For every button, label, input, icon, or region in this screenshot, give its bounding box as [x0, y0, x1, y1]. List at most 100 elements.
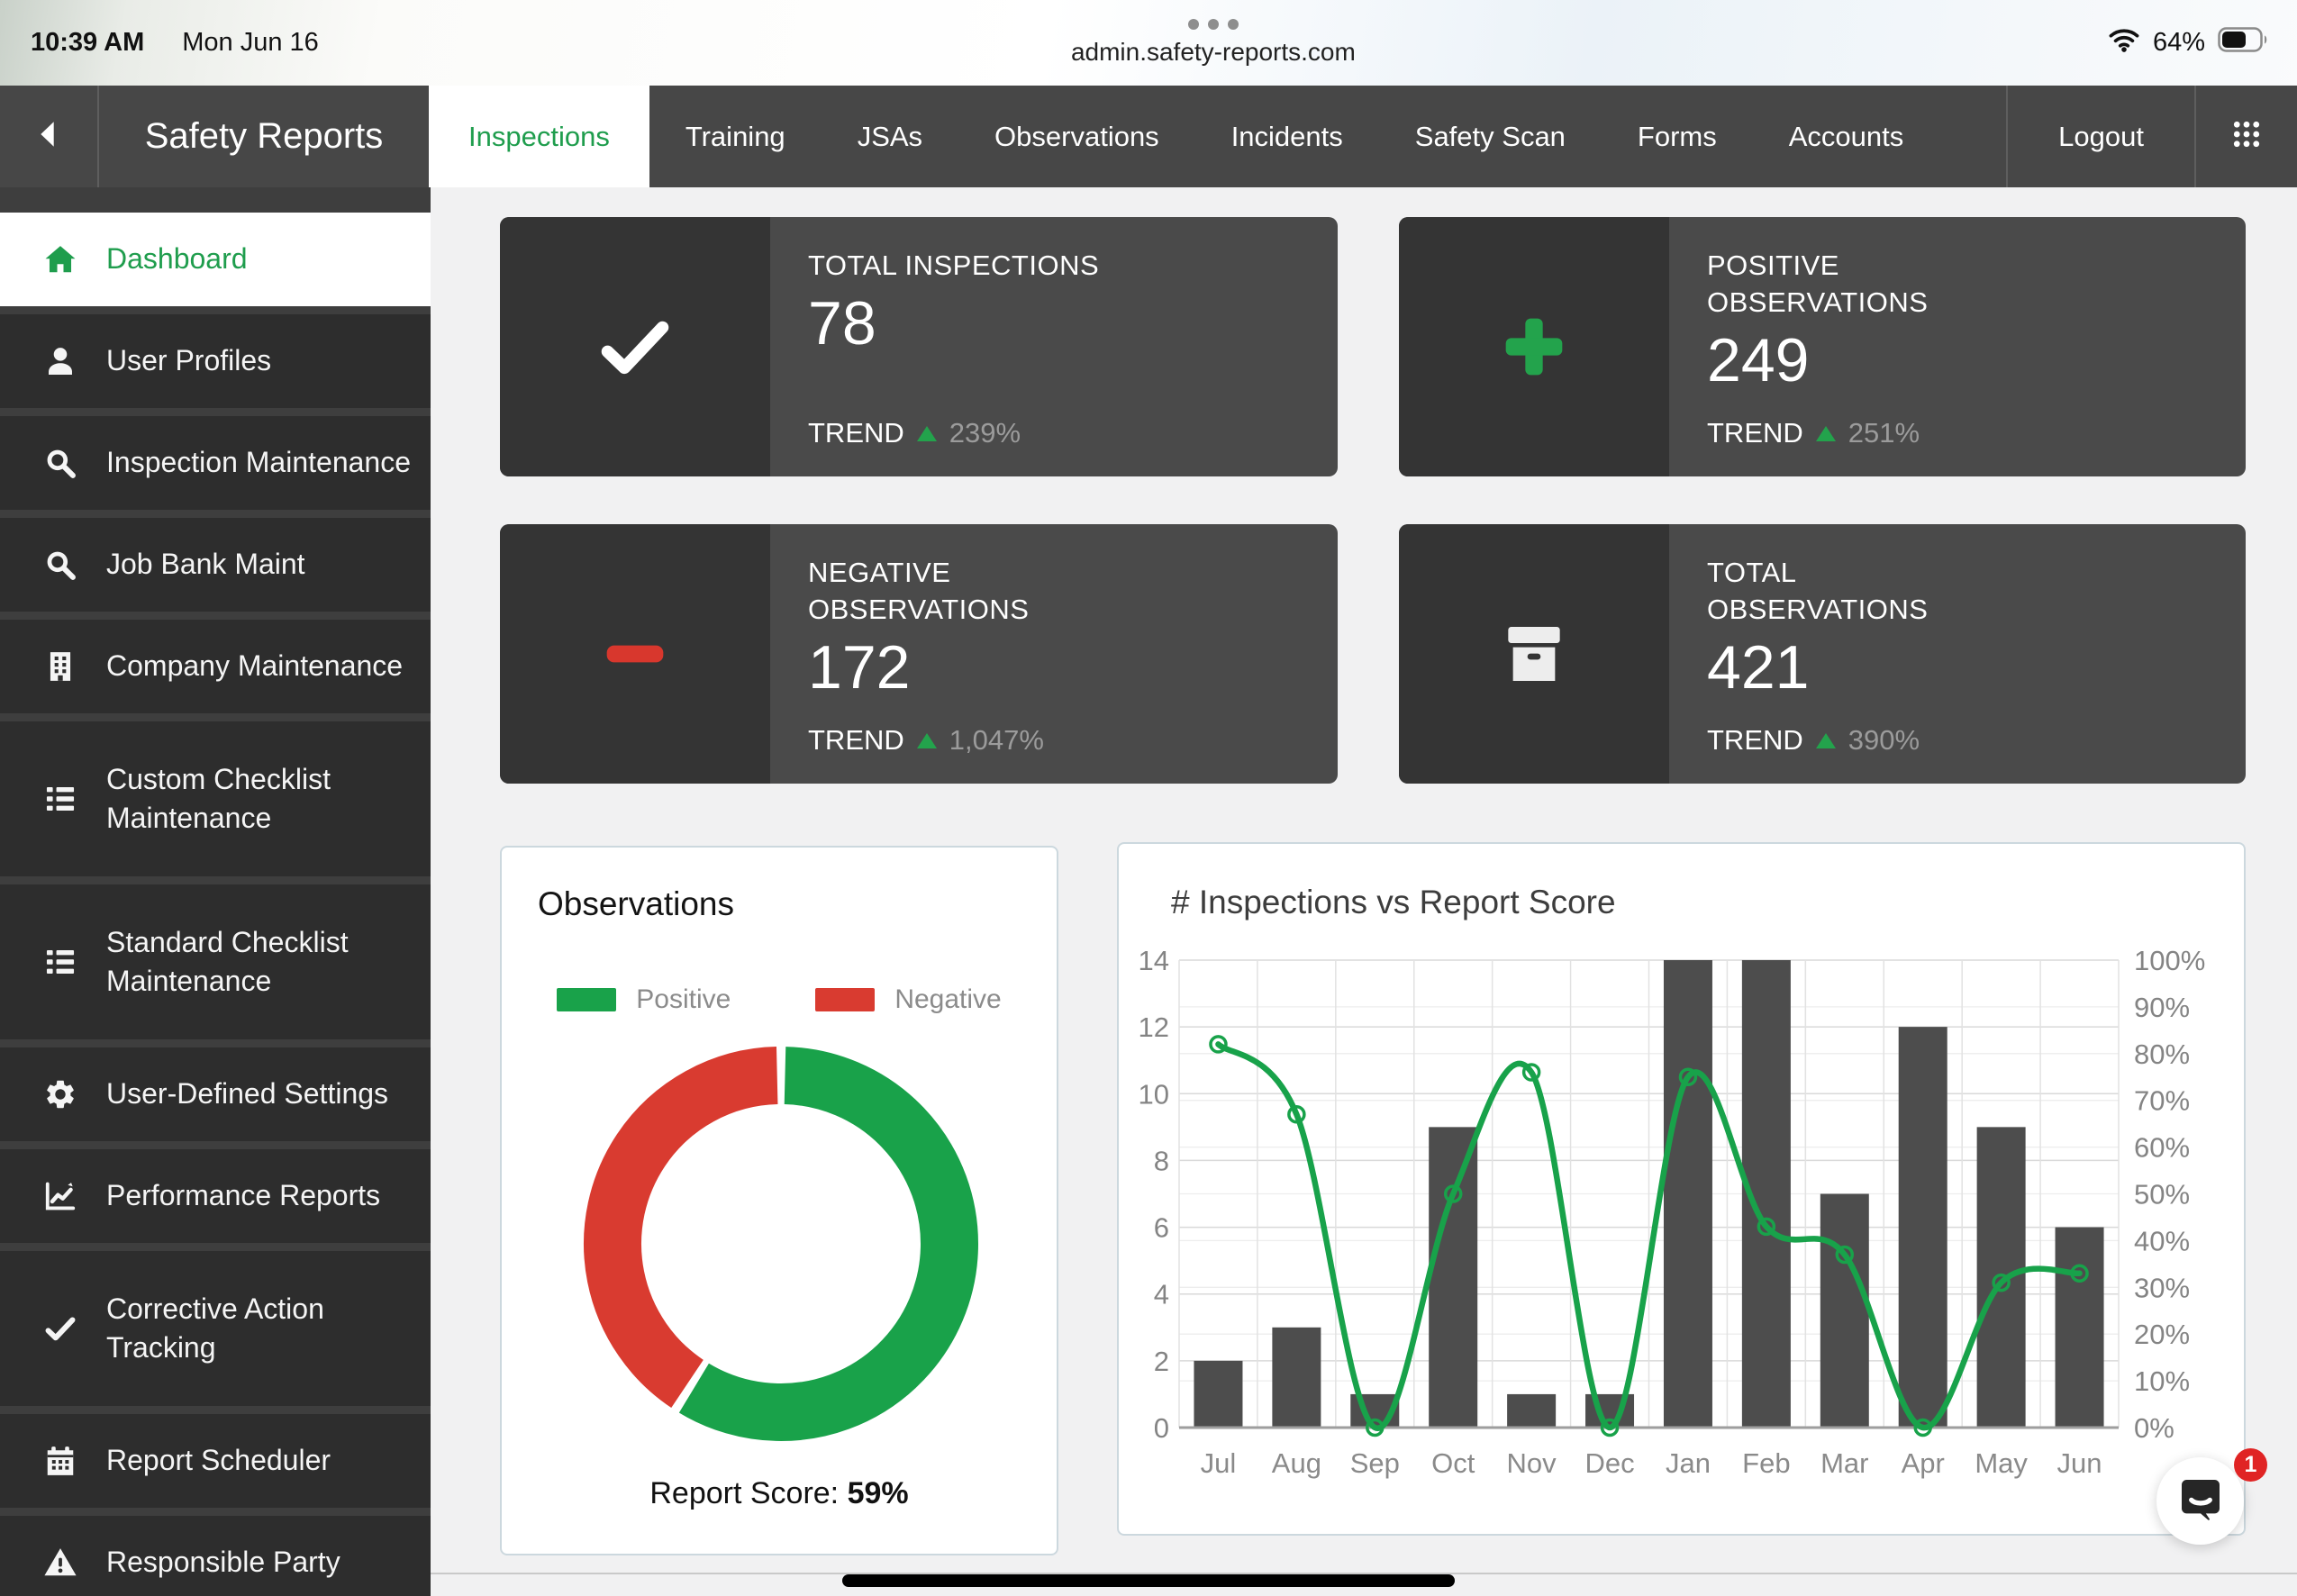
stat-card-negative-observations: NEGATIVE OBSERVATIONS172TREND1,047% — [500, 524, 1338, 784]
nav-tabs: InspectionsTrainingJSAsObservationsIncid… — [429, 86, 1939, 187]
tab-inspections[interactable]: Inspections — [429, 86, 649, 187]
sidebar-item-corrective-action-tracking[interactable]: Corrective Action Tracking — [0, 1251, 431, 1406]
legend-swatch-positive — [557, 988, 616, 1011]
sidebar-item-label: Report Scheduler — [106, 1441, 331, 1480]
chart-icon — [41, 1179, 79, 1213]
sidebar: Dashboard User Profiles Inspection Mainten… — [0, 187, 431, 1596]
tab-forms[interactable]: Forms — [1602, 86, 1753, 187]
tab-safety-scan[interactable]: Safety Scan — [1379, 86, 1602, 187]
sidebar-item-job-bank-maint[interactable]: Job Bank Maint — [0, 518, 431, 612]
minus-icon — [500, 524, 770, 784]
status-left: 10:39 AM Mon Jun 16 — [0, 0, 319, 86]
svg-text:40%: 40% — [2134, 1225, 2190, 1256]
trend-label: TREND — [808, 724, 904, 757]
list-icon — [41, 782, 79, 816]
svg-text:Aug: Aug — [1272, 1447, 1321, 1479]
sidebar-item-custom-checklist-maintenance[interactable]: Custom Checklist Maintenance — [0, 721, 431, 876]
apps-grid-button[interactable] — [2196, 86, 2297, 187]
sidebar-item-report-scheduler[interactable]: Report Scheduler — [0, 1414, 431, 1508]
svg-text:8: 8 — [1154, 1145, 1169, 1176]
calendar-icon — [41, 1444, 79, 1478]
sidebar-item-label: Custom Checklist Maintenance — [106, 760, 413, 838]
screen: 10:39 AM Mon Jun 16 admin.safety-reports… — [0, 0, 2297, 1596]
logout-button[interactable]: Logout — [2008, 86, 2194, 187]
sidebar-item-label: User Profiles — [106, 341, 271, 380]
grid-dots-icon — [2231, 119, 2262, 154]
svg-text:10%: 10% — [2134, 1365, 2190, 1397]
clock: 10:39 AM — [31, 28, 144, 58]
back-button[interactable] — [0, 86, 99, 187]
home-indicator[interactable] — [842, 1574, 1455, 1587]
stat-info: TOTAL OBSERVATIONS 421 TREND390% — [1669, 524, 2246, 784]
chat-button[interactable]: 1 — [2156, 1457, 2244, 1545]
stat-info: TOTAL INSPECTIONS78TREND239% — [770, 217, 1338, 476]
svg-text:70%: 70% — [2134, 1085, 2190, 1117]
tab-accounts[interactable]: Accounts — [1753, 86, 1940, 187]
svg-text:80%: 80% — [2134, 1038, 2190, 1070]
trend-label: TREND — [1707, 724, 1803, 757]
battery-icon — [2218, 27, 2270, 59]
stat-info: NEGATIVE OBSERVATIONS172TREND1,047% — [770, 524, 1338, 784]
sidebar-item-standard-checklist-maintenance[interactable]: Standard Checklist Maintenance — [0, 884, 431, 1039]
svg-text:2: 2 — [1154, 1346, 1169, 1377]
stat-card-total-inspections: TOTAL INSPECTIONS78TREND239% — [500, 217, 1338, 476]
stat-trend: TREND251% — [1707, 417, 2208, 449]
svg-text:Oct: Oct — [1431, 1447, 1475, 1479]
sidebar-item-performance-reports[interactable]: Performance Reports — [0, 1149, 431, 1243]
svg-text:May: May — [1975, 1447, 2028, 1479]
svg-text:14: 14 — [1139, 945, 1169, 976]
home-icon — [41, 242, 79, 277]
svg-text:60%: 60% — [2134, 1132, 2190, 1164]
legend-label-positive: Positive — [636, 984, 731, 1015]
sidebar-item-company-maintenance[interactable]: Company Maintenance — [0, 620, 431, 713]
main-content: TOTAL INSPECTIONS78TREND239% POSITIVE OBS… — [431, 187, 2297, 1596]
stat-trend: TREND390% — [1707, 724, 2208, 757]
svg-text:10: 10 — [1139, 1078, 1169, 1110]
report-score-value: 59% — [848, 1476, 909, 1510]
plus-icon — [1399, 217, 1669, 476]
status-right: 64% — [2108, 0, 2297, 86]
stat-title: TOTAL OBSERVATIONS — [1707, 555, 2004, 629]
stat-title: POSITIVE OBSERVATIONS — [1707, 248, 2004, 322]
status-center: admin.safety-reports.com — [1071, 0, 1356, 86]
inspections-vs-score-chart: 024681012140%10%20%30%40%50%60%70%80%90%… — [1119, 907, 2247, 1537]
wifi-icon — [2108, 27, 2140, 59]
tab-training[interactable]: Training — [649, 86, 822, 187]
tab-overview-dots-icon[interactable] — [1188, 19, 1239, 30]
tab-observations[interactable]: Observations — [958, 86, 1195, 187]
stat-value: 421 — [1707, 636, 2208, 700]
chat-badge: 1 — [2234, 1448, 2267, 1482]
svg-text:4: 4 — [1154, 1279, 1169, 1310]
sidebar-item-inspection-maintenance[interactable]: Inspection Maintenance — [0, 416, 431, 510]
sidebar-item-user-profiles[interactable]: User Profiles — [0, 314, 431, 408]
sidebar-item-label: Performance Reports — [106, 1176, 380, 1215]
legend-label-negative: Negative — [894, 984, 1001, 1015]
svg-text:Jan: Jan — [1666, 1447, 1711, 1479]
sidebar-item-responsible-party[interactable]: Responsible Party — [0, 1516, 431, 1596]
date: Mon Jun 16 — [182, 28, 319, 58]
sidebar-item-label: Responsible Party — [106, 1543, 340, 1582]
sidebar-item-dashboard[interactable]: Dashboard — [0, 213, 431, 306]
observations-card: Observations Positive Negative Report Sco… — [500, 846, 1058, 1555]
trend-value: 239% — [949, 417, 1021, 449]
gear-icon — [41, 1077, 79, 1111]
chat-bubble-icon — [2175, 1474, 2226, 1528]
building-icon — [41, 649, 79, 684]
tab-incidents[interactable]: Incidents — [1195, 86, 1379, 187]
stat-card-total-observations: TOTAL OBSERVATIONS 421 TREND390% — [1399, 524, 2246, 784]
warning-icon — [41, 1546, 79, 1580]
report-score: Report Score: 59% — [502, 1476, 1057, 1511]
trend-value: 251% — [1848, 417, 1920, 449]
sidebar-item-label: Company Maintenance — [106, 647, 403, 685]
observations-card-title: Observations — [538, 885, 734, 923]
address-url[interactable]: admin.safety-reports.com — [1071, 38, 1356, 67]
tab-jsas[interactable]: JSAs — [822, 86, 958, 187]
stat-trend: TREND1,047% — [808, 724, 1300, 757]
app-title: Safety Reports — [99, 86, 429, 187]
search-icon — [41, 548, 79, 582]
sidebar-item-user-defined-settings[interactable]: User-Defined Settings — [0, 1047, 431, 1141]
svg-text:6: 6 — [1154, 1212, 1169, 1244]
donut-legend: Positive Negative — [502, 984, 1057, 1015]
nav-right: Logout — [2006, 86, 2297, 187]
sidebar-item-label: Job Bank Maint — [106, 545, 305, 584]
